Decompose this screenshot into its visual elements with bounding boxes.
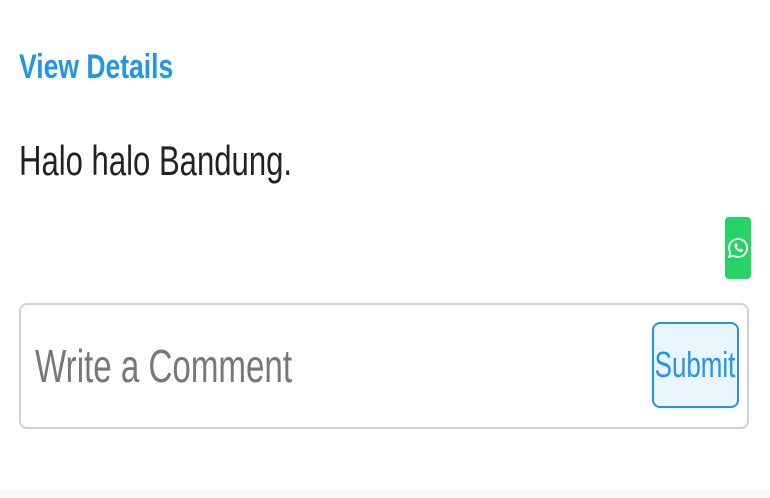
post-card: View Details Halo halo Bandung. Submit [0,0,770,490]
post-text: Halo halo Bandung. [19,137,293,184]
whatsapp-icon [727,237,749,259]
view-details-link[interactable]: View Details [19,46,173,88]
submit-button[interactable]: Submit [652,322,739,408]
submit-button-label: Submit [655,344,736,385]
whatsapp-share-button[interactable] [725,217,751,279]
comment-input[interactable] [35,321,468,411]
comment-form: Submit [19,303,749,429]
